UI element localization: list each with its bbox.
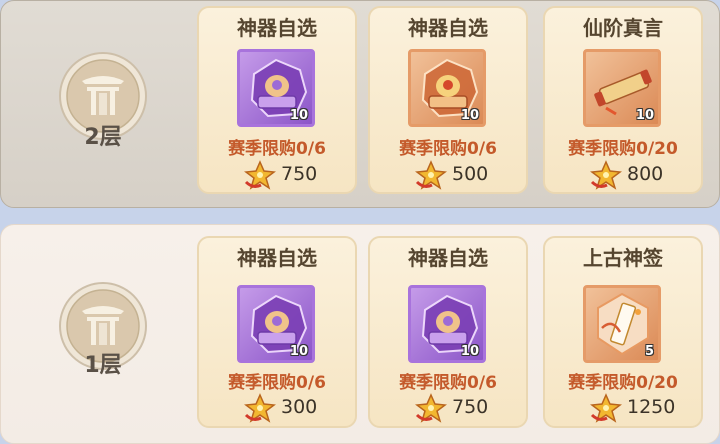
shop-item-card[interactable]: 神器自选 10 赛季限购0/6 300 [197,236,357,428]
item-title: 神器自选 [237,246,317,270]
item-count: 10 [289,108,308,123]
shop-item-card[interactable]: 神器自选 10 赛季限购0/6 750 [197,6,357,194]
gold-star-coin-icon [415,160,447,190]
talisman-icon[interactable]: 5 [583,285,661,363]
purchase-limit: 赛季限购0/6 [399,373,497,393]
price-value: 750 [452,396,489,418]
price-value: 1250 [627,396,676,418]
price-row: 800 [545,160,701,190]
scroll-icon[interactable]: 10 [583,49,661,127]
gold-star-coin-icon [590,160,622,190]
shop-item-card[interactable]: 神器自选 10 赛季限购0/6 500 [368,6,528,194]
shop-item-card[interactable]: 神器自选 10 赛季限购0/6 750 [368,236,528,428]
purchase-limit: 赛季限购0/20 [568,139,678,159]
item-title: 神器自选 [237,16,317,40]
shop-item-card[interactable]: 仙阶真言 10 赛季限购0/20 800 [543,6,703,194]
item-title: 上古神签 [583,246,663,270]
item-count: 10 [460,344,479,359]
price-value: 750 [281,163,318,185]
price-value: 300 [281,396,318,418]
item-count: 10 [460,108,479,123]
purchase-limit: 赛季限购0/6 [228,139,326,159]
price-row: 750 [370,393,526,423]
purple-artifact-chest-icon[interactable]: 10 [408,285,486,363]
floor-label: 1层 [84,353,122,378]
item-title: 神器自选 [408,246,488,270]
gold-star-coin-icon [590,393,622,423]
price-row: 1250 [545,393,701,423]
gold-star-coin-icon [415,393,447,423]
purple-artifact-chest-icon[interactable]: 10 [237,285,315,363]
item-count: 10 [289,344,308,359]
orange-artifact-chest-icon[interactable]: 10 [408,49,486,127]
item-title: 神器自选 [408,16,488,40]
price-row: 500 [370,160,526,190]
price-value: 500 [452,163,489,185]
price-value: 800 [627,163,664,185]
purchase-limit: 赛季限购0/6 [228,373,326,393]
gold-star-coin-icon [244,393,276,423]
item-title: 仙阶真言 [583,16,663,40]
item-count: 10 [635,108,654,123]
price-row: 750 [199,160,355,190]
floor-2-panel: 2层 神器自选 10 赛季限购0/6 750 神器自选 10 赛季限购0/6 5… [0,0,720,208]
shop-item-card[interactable]: 上古神签 5 赛季限购0/20 1250 [543,236,703,428]
purchase-limit: 赛季限购0/20 [568,373,678,393]
purple-artifact-chest-icon[interactable]: 10 [237,49,315,127]
item-count: 5 [644,344,654,359]
floor-label: 2层 [84,125,122,150]
gold-star-coin-icon [244,160,276,190]
price-row: 300 [199,393,355,423]
floor-1-panel: 1层 神器自选 10 赛季限购0/6 300 神器自选 10 赛季限购0/6 7… [0,224,720,444]
purchase-limit: 赛季限购0/6 [399,139,497,159]
